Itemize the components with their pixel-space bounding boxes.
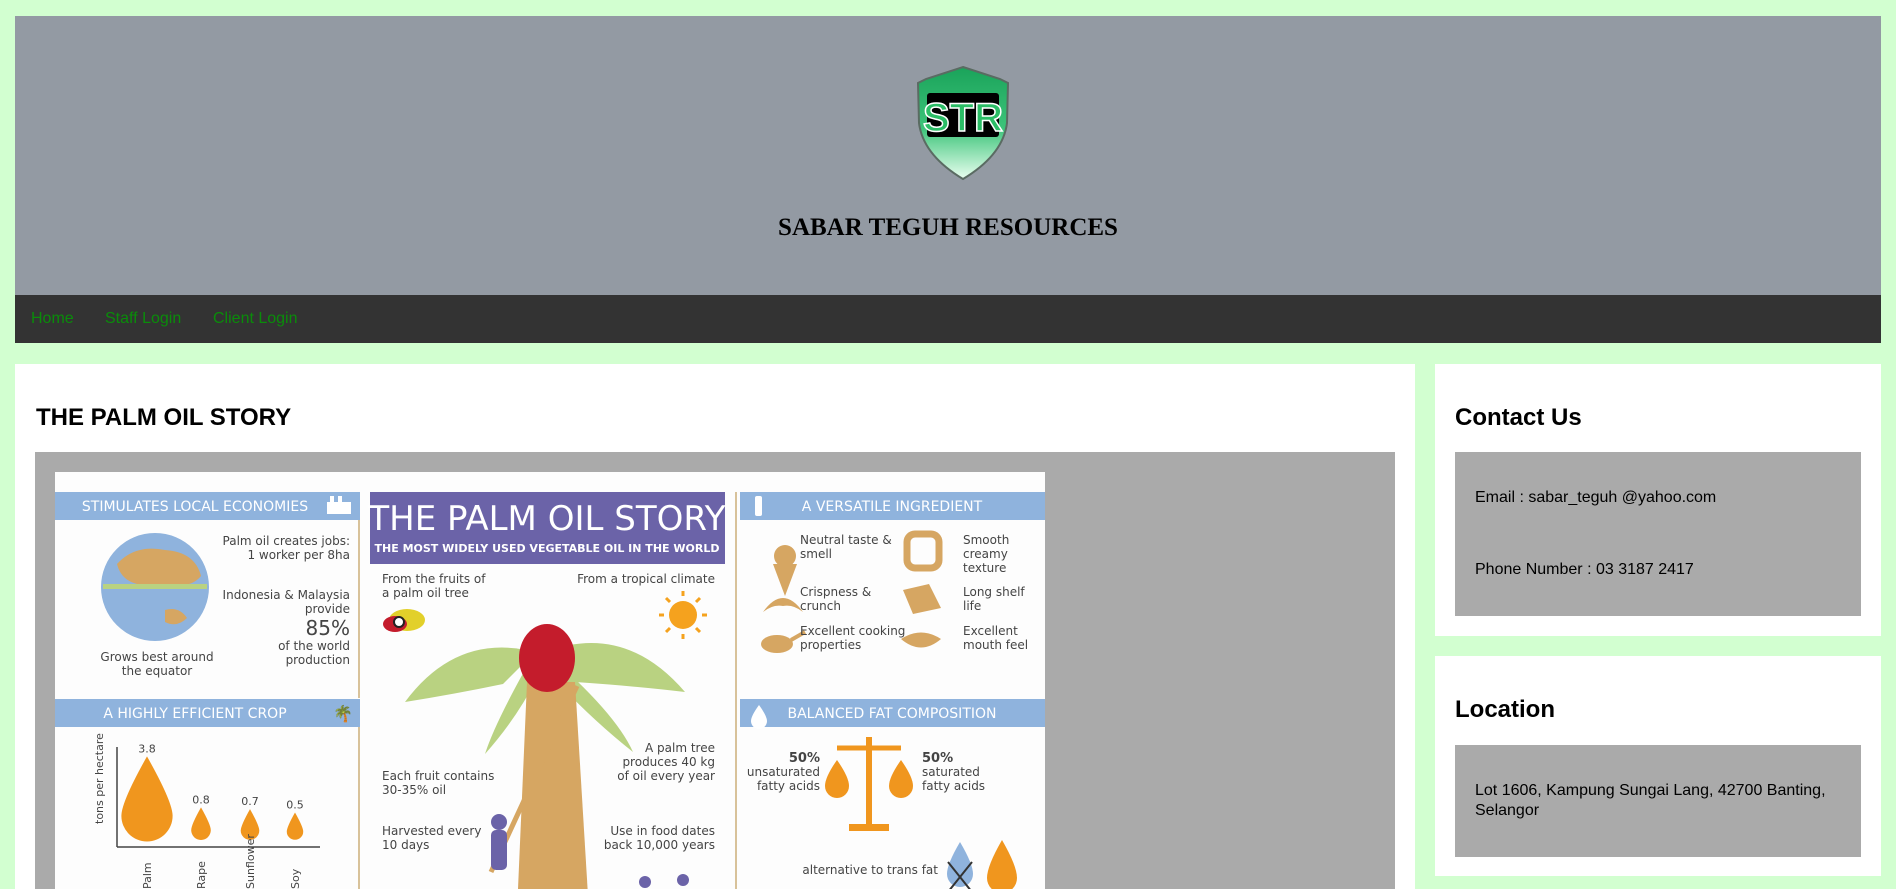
phone-text: Phone Number : 03 3187 2417 — [1475, 561, 1694, 578]
crop-value-label: 0.8 — [192, 793, 210, 806]
nav-home-link[interactable]: Home — [31, 310, 74, 328]
palm-tree-icon: 🌴 — [333, 704, 353, 723]
cooking-text: Excellent cooking — [800, 624, 905, 638]
crop-category-label: Soy — [289, 868, 302, 889]
saturated-text: saturated — [922, 765, 980, 779]
jobs-text-2: 1 worker per 8ha — [247, 548, 350, 562]
nav-staff-login-link[interactable]: Staff Login — [105, 310, 181, 328]
jobs-text: Palm oil creates jobs: — [223, 534, 350, 548]
tree-text-2: produces 40 kg — [622, 755, 715, 769]
unsaturated-text: unsaturated — [747, 765, 820, 779]
email-text: Email : sabar_teguh @yahoo.com — [1475, 489, 1717, 506]
fat-heading: BALANCED FAT COMPOSITION — [788, 706, 997, 722]
indonesia-text-2: provide — [305, 602, 350, 616]
contact-card: Contact Us Email : sabar_teguh @yahoo.co… — [1435, 364, 1881, 636]
bottle-icon — [755, 496, 762, 516]
smooth-text-2: creamy — [963, 547, 1008, 561]
site-header: STR SABAR TEGUH RESOURCES — [15, 16, 1881, 295]
crop-category-label: Sunflower — [244, 834, 257, 889]
str-shield-logo: STR — [916, 65, 1010, 181]
percent-value: 85% — [306, 616, 350, 640]
unsaturated-text-2: fatty acids — [757, 779, 820, 793]
contains-text-2: 30-35% oil — [382, 783, 446, 797]
tree-text: A palm tree — [645, 741, 715, 755]
use-text: Use in food dates — [610, 824, 715, 838]
crop-value-label: 3.8 — [138, 742, 156, 755]
crisp-text-2: crunch — [800, 599, 841, 613]
palm-oil-infographic: STIMULATES LOCAL ECONOMIES Palm oil crea… — [55, 472, 1045, 889]
equator-text: Grows best around — [100, 650, 213, 664]
site-title: SABAR TEGUH RESOURCES — [778, 214, 1118, 241]
crop-category-label: Palm — [141, 862, 154, 889]
image-container: STIMULATES LOCAL ECONOMIES Palm oil crea… — [35, 452, 1395, 889]
smooth-text: Smooth — [963, 533, 1009, 547]
stimulates-heading: STIMULATES LOCAL ECONOMIES — [82, 499, 308, 515]
nav-client-login-link[interactable]: Client Login — [213, 310, 298, 328]
svg-text:STR: STR — [923, 96, 1003, 140]
saturated-text-2: fatty acids — [922, 779, 985, 793]
world-text-2: production — [286, 653, 350, 667]
crop-value-label: 0.7 — [241, 795, 259, 808]
crop-heading: A HIGHLY EFFICIENT CROP — [103, 706, 286, 722]
page-title: THE PALM OIL STORY — [36, 404, 292, 431]
location-title: Location — [1455, 696, 1555, 723]
climate-text: From a tropical climate — [577, 572, 715, 586]
smooth-text-3: texture — [963, 561, 1006, 575]
tree-text-3: of oil every year — [617, 769, 715, 783]
taste-text: Neutral taste & — [800, 533, 892, 547]
top-navigation: Home Staff Login Client Login — [15, 295, 1881, 343]
contains-text: Each fruit contains — [382, 769, 494, 783]
location-box: Lot 1606, Kampung Sungai Lang, 42700 Ban… — [1455, 745, 1861, 857]
world-text: of the world — [278, 639, 350, 653]
taste-text-2: smell — [800, 547, 832, 561]
main-content-card: THE PALM OIL STORY STIMULATES LOCAL ECON… — [15, 364, 1415, 889]
fruits-text: From the fruits of — [382, 572, 486, 586]
crop-y-axis-label: tons per hectare — [93, 733, 106, 824]
contact-title: Contact Us — [1455, 404, 1582, 431]
trans-fat-text: alternative to trans fat — [802, 863, 938, 877]
crop-value-label: 0.5 — [286, 799, 304, 812]
infographic-title: THE PALM OIL STORY — [367, 499, 725, 539]
versatile-heading: A VERSATILE INGREDIENT — [802, 499, 983, 515]
mouthfeel-text: Excellent — [963, 624, 1018, 638]
equator-text-2: the equator — [122, 664, 193, 678]
crisp-text: Crispness & — [800, 585, 871, 599]
contact-box: Email : sabar_teguh @yahoo.com Phone Num… — [1455, 452, 1861, 616]
shelf-text: Long shelf — [963, 585, 1025, 599]
crop-category-label: Rape — [195, 861, 208, 889]
saturated-percent: 50% — [922, 751, 953, 766]
mouthfeel-text-2: mouth feel — [963, 638, 1028, 652]
indonesia-text: Indonesia & Malaysia — [223, 588, 350, 602]
cooking-text-2: properties — [800, 638, 861, 652]
location-card: Location Lot 1606, Kampung Sungai Lang, … — [1435, 656, 1881, 876]
globe-icon — [101, 533, 209, 641]
address-text: Lot 1606, Kampung Sungai Lang, 42700 Ban… — [1475, 782, 1826, 819]
harvest-text-2: 10 days — [382, 838, 429, 852]
shelf-text-2: life — [963, 599, 981, 613]
harvest-text: Harvested every — [382, 824, 481, 838]
unsaturated-percent: 50% — [789, 751, 820, 766]
use-text-2: back 10,000 years — [604, 838, 715, 852]
fruits-text-2: a palm oil tree — [382, 586, 469, 600]
frying-pan-icon — [761, 635, 793, 653]
infographic-subtitle: THE MOST WIDELY USED VEGETABLE OIL IN TH… — [375, 542, 720, 555]
